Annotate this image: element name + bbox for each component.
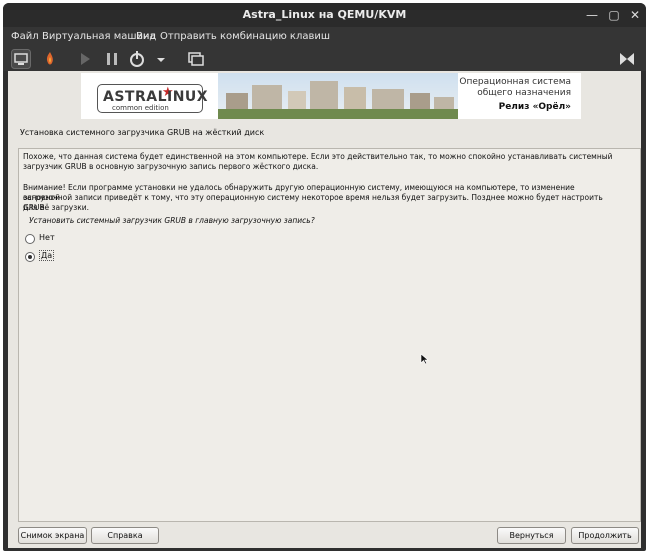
os-line-2: общего назначения [477, 88, 571, 98]
astralinux-logo: ★ ASTRALINUX common edition [97, 84, 208, 113]
play-icon[interactable] [75, 49, 95, 69]
chevron-down-icon[interactable] [151, 49, 171, 69]
logo-main-text: ASTRALINUX [103, 89, 209, 105]
window-title: Astra_Linux на QEMU/KVM [242, 8, 407, 21]
menu-file[interactable]: Файл [11, 31, 39, 42]
page-title: Установка системного загрузчика GRUB на … [20, 128, 265, 137]
mouse-pointer-icon [420, 350, 430, 365]
close-icon[interactable]: ✕ [628, 8, 642, 22]
toolbar [3, 47, 646, 71]
option-no-label: Нет [39, 233, 55, 242]
screenshot-button[interactable]: Снимок экрана [18, 527, 87, 544]
banner: ★ ASTRALINUX common edition Операционная… [81, 73, 581, 119]
para1-line2: загрузчик GRUB в основную загрузочную за… [23, 162, 319, 171]
release-name: Релиз «Орёл» [498, 102, 571, 112]
power-icon[interactable] [40, 49, 60, 69]
console-icon[interactable] [11, 49, 31, 69]
para1-line1: Похоже, что данная система будет единств… [23, 152, 613, 161]
radio-yes[interactable] [25, 252, 35, 262]
logo-sub-text: common edition [112, 104, 169, 112]
option-yes-label: Да [39, 250, 55, 261]
minimize-icon[interactable]: — [585, 8, 599, 22]
continue-button[interactable]: Продолжить [571, 527, 639, 544]
city-image [218, 73, 458, 119]
menu-view[interactable]: Вид [136, 31, 156, 42]
vm-window: Astra_Linux на QEMU/KVM — ▢ ✕ Файл Вирту… [3, 3, 646, 551]
menu-send-keys[interactable]: Отправить комбинацию клавиш [160, 31, 330, 42]
snapshots-icon[interactable] [186, 49, 206, 69]
para2-line3: для её загрузки. [23, 203, 89, 212]
pause-icon[interactable] [102, 49, 122, 69]
guest-screen: ★ ASTRALINUX common edition Операционная… [8, 71, 641, 548]
title-bar: Astra_Linux на QEMU/KVM — ▢ ✕ [3, 3, 646, 27]
os-line-1: Операционная система [459, 77, 571, 87]
help-button[interactable]: Справка [91, 527, 159, 544]
maximize-icon[interactable]: ▢ [607, 8, 621, 22]
shutdown-icon[interactable] [127, 49, 147, 69]
back-button[interactable]: Вернуться [497, 527, 566, 544]
fullscreen-icon[interactable] [617, 49, 637, 69]
content-panel: Похоже, что данная система будет единств… [18, 148, 641, 522]
menu-bar: Файл Виртуальная машина Вид Отправить ко… [3, 27, 646, 47]
radio-no[interactable] [25, 234, 35, 244]
question-text: Установить системный загрузчик GRUB в гл… [29, 216, 315, 225]
